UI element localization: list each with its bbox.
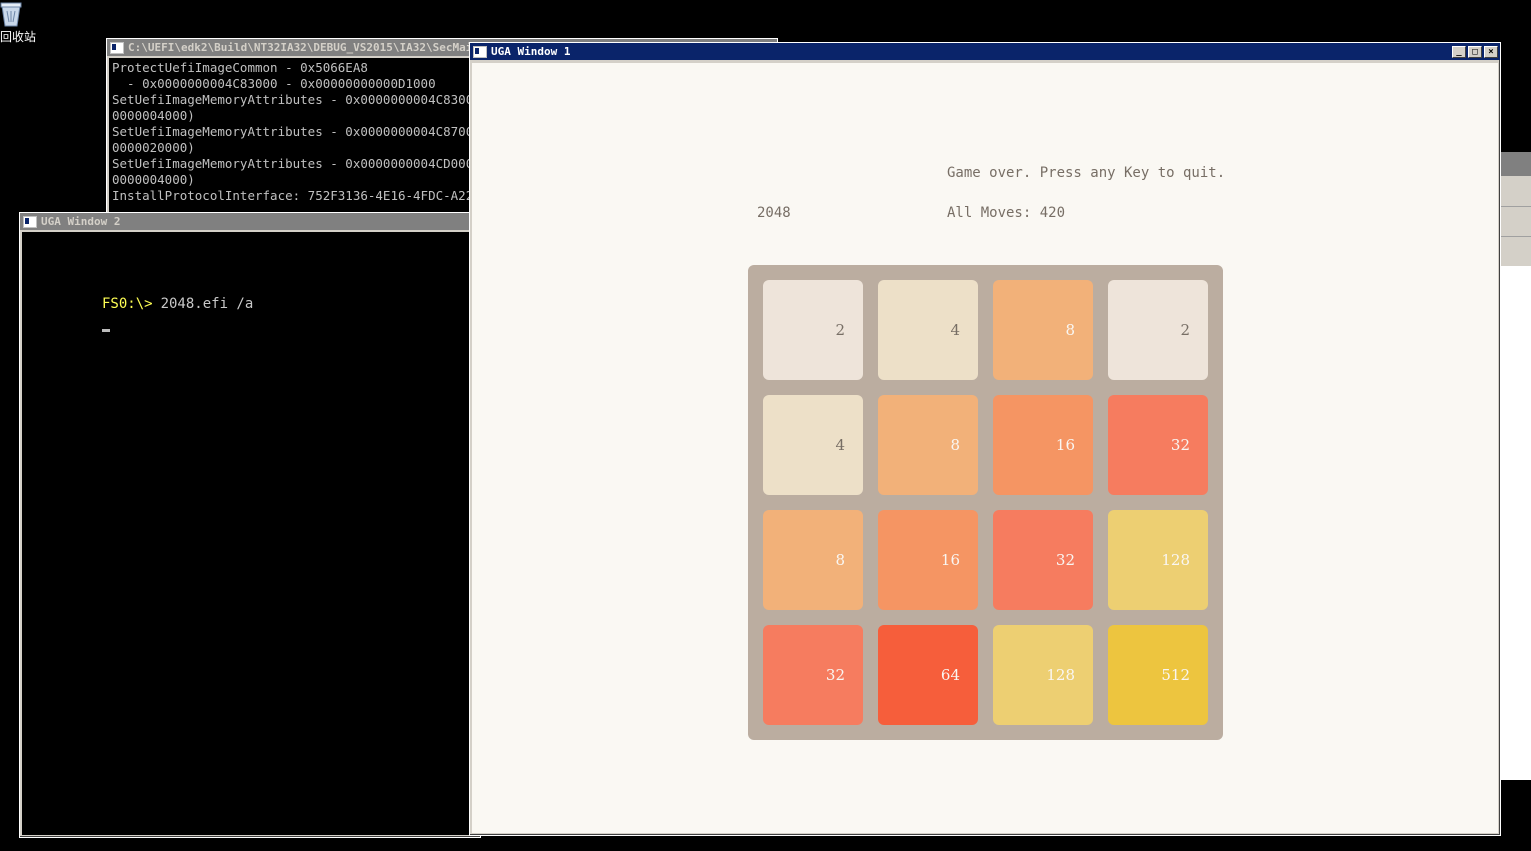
- game-canvas[interactable]: Game over. Press any Key to quit. 2048 A…: [472, 63, 1498, 833]
- uga-window-2[interactable]: UGA Window 2 FS0:\> 2048.efi /a: [19, 212, 481, 838]
- background-window-edge[interactable]: [1500, 152, 1531, 780]
- uga-window-1[interactable]: UGA Window 1 _ □ × Game over. Press any …: [469, 42, 1501, 836]
- game-over-message: Game over. Press any Key to quit.: [947, 165, 1226, 181]
- tile-2-2: 32: [993, 510, 1093, 610]
- shell-prompt: FS0:\>: [102, 296, 153, 312]
- window-icon: [23, 215, 37, 228]
- tile-1-1: 8: [878, 395, 978, 495]
- text-cursor: [102, 329, 110, 332]
- tile-2-1: 16: [878, 510, 978, 610]
- tile-1-3: 32: [1108, 395, 1208, 495]
- tile-2-3: 128: [1108, 510, 1208, 610]
- tile-3-1: 64: [878, 625, 978, 725]
- maximize-button[interactable]: □: [1468, 45, 1482, 58]
- window-icon: [473, 45, 487, 58]
- close-button[interactable]: ×: [1484, 45, 1498, 58]
- game-board: 2 4 8 2 4 8 16 32 8 16 32 128 32 64 128 512: [748, 265, 1223, 740]
- shell-prompt-line: FS0:\> 2048.efi /a: [102, 296, 253, 312]
- background-window-titlebar[interactable]: [1500, 152, 1531, 176]
- tile-3-0: 32: [763, 625, 863, 725]
- moves-counter: All Moves: 420: [947, 205, 1066, 221]
- background-window-toolbar: [1500, 176, 1531, 266]
- recycle-bin-label[interactable]: 回收站: [0, 28, 36, 45]
- uga-window-2-titlebar[interactable]: UGA Window 2: [20, 213, 480, 230]
- tile-0-0: 2: [763, 280, 863, 380]
- recycle-bin-icon[interactable]: [0, 0, 26, 28]
- minimize-button[interactable]: _: [1452, 45, 1466, 58]
- console-window-icon: [110, 41, 124, 54]
- shell-command: 2048.efi /a: [160, 296, 254, 312]
- tile-3-2: 128: [993, 625, 1093, 725]
- tile-1-0: 4: [763, 395, 863, 495]
- score-label: 2048: [757, 205, 791, 221]
- uga-window-2-title: UGA Window 2: [41, 215, 121, 228]
- tile-0-2: 8: [993, 280, 1093, 380]
- uga-window-1-titlebar[interactable]: UGA Window 1 _ □ ×: [470, 43, 1500, 60]
- tile-0-1: 4: [878, 280, 978, 380]
- tile-3-3: 512: [1108, 625, 1208, 725]
- tile-0-3: 2: [1108, 280, 1208, 380]
- uga-window-1-title: UGA Window 1: [491, 45, 571, 58]
- shell-screen[interactable]: FS0:\> 2048.efi /a: [22, 232, 478, 835]
- tile-2-0: 8: [763, 510, 863, 610]
- tile-1-2: 16: [993, 395, 1093, 495]
